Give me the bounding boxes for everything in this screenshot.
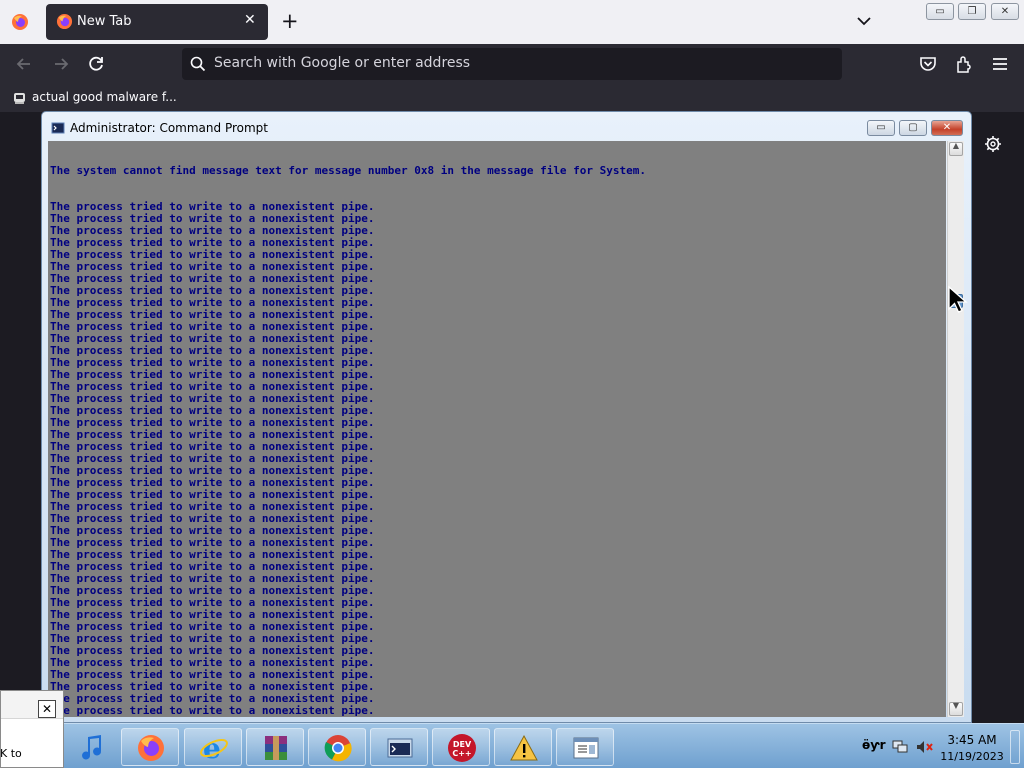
minimize-icon: ▭	[876, 122, 886, 133]
close-button[interactable]: ✕	[991, 3, 1019, 20]
tab-new-tab[interactable]: New Tab ✕	[46, 4, 268, 40]
network-icon[interactable]	[892, 740, 908, 754]
notepad-icon	[573, 737, 599, 759]
scroll-up-button[interactable]: ▲	[949, 141, 963, 156]
warning-icon	[510, 734, 538, 761]
dialog-fragment: ✕ K to	[0, 690, 64, 768]
svg-text:e: e	[203, 733, 221, 763]
taskbar: e DEV C++ ӫƴr 3:45 AM 11/19/2023	[64, 723, 1024, 768]
restore-button[interactable]: ❐	[958, 3, 986, 20]
close-icon: ✕	[41, 702, 53, 716]
command-prompt-window[interactable]: Administrator: Command Prompt ▭ ▢ ✕ The …	[41, 111, 972, 723]
bookmark-favicon-icon	[14, 93, 25, 104]
bookmark-label: actual good malware f...	[32, 90, 177, 104]
search-icon	[190, 56, 206, 72]
close-icon: ✕	[942, 122, 952, 133]
scroll-down-icon: ▼	[952, 701, 960, 710]
scroll-up-icon: ▲	[952, 141, 960, 150]
close-button[interactable]: ✕	[931, 120, 963, 136]
clock-time[interactable]: 3:45 AM	[942, 733, 1002, 747]
navigation-toolbar	[0, 44, 1024, 84]
chrome-icon	[324, 735, 352, 762]
tab-close-icon[interactable]: ✕	[244, 12, 256, 28]
dev-cpp-icon: DEVC++	[448, 734, 476, 762]
vertical-scrollbar[interactable]: ▲ ▼	[947, 141, 964, 717]
internet-explorer-icon: e	[200, 733, 228, 763]
firefox-tab-icon	[56, 13, 73, 30]
url-input[interactable]	[214, 55, 814, 71]
maximize-button[interactable]: ▢	[899, 120, 927, 136]
maximize-icon: ▢	[908, 122, 918, 133]
firefox-icon	[138, 735, 164, 761]
system-tray: ӫƴr 3:45 AM 11/19/2023	[862, 724, 1022, 768]
volume-muted-icon[interactable]	[916, 740, 934, 754]
new-tab-button[interactable]: +	[281, 9, 299, 33]
taskbar-command-prompt[interactable]	[370, 728, 428, 766]
close-icon: ✕	[1000, 6, 1010, 17]
chevron-down-icon[interactable]	[855, 12, 873, 30]
bookmarks-toolbar: actual good malware f...	[0, 84, 1024, 112]
svg-text:DEV: DEV	[453, 740, 472, 749]
reload-icon[interactable]	[85, 53, 107, 75]
command-prompt-icon	[387, 738, 413, 758]
console-line: The system cannot find message text for …	[50, 164, 647, 177]
taskbar-music[interactable]	[64, 728, 122, 766]
dialog-close-button[interactable]: ✕	[38, 700, 56, 718]
console-output[interactable]: The system cannot find message text for …	[48, 141, 946, 717]
extensions-icon[interactable]	[953, 53, 975, 75]
taskbar-warning[interactable]	[494, 728, 552, 766]
scroll-down-button[interactable]: ▼	[949, 701, 963, 716]
taskbar-chrome[interactable]	[308, 728, 366, 766]
taskbar-winrar[interactable]	[246, 728, 304, 766]
hamburger-menu-icon[interactable]	[989, 53, 1011, 75]
firefox-menu-icon[interactable]	[11, 13, 29, 31]
winrar-icon	[265, 736, 287, 760]
taskbar-firefox[interactable]	[121, 728, 179, 766]
gear-icon[interactable]	[984, 135, 1002, 153]
window-title: Administrator: Command Prompt	[70, 121, 268, 135]
show-desktop-button[interactable]	[1010, 730, 1020, 764]
svg-text:C++: C++	[452, 749, 471, 758]
forward-arrow-icon[interactable]	[50, 53, 72, 75]
taskbar-internet-explorer[interactable]: e	[184, 728, 242, 766]
dialog-text: K to	[0, 747, 22, 760]
pocket-icon[interactable]	[917, 53, 939, 75]
console-lines: The system cannot find message text for …	[50, 141, 647, 718]
minimize-button[interactable]: ▭	[867, 120, 895, 136]
tab-strip: New Tab ✕ + ▭ ❐ ✕	[0, 0, 1024, 44]
tab-title: New Tab	[77, 14, 132, 29]
restore-icon: ❐	[967, 6, 977, 17]
music-icon	[82, 735, 102, 760]
minimize-icon: ▭	[935, 6, 945, 17]
minimize-button[interactable]: ▭	[926, 3, 954, 20]
mouse-cursor-icon	[948, 285, 968, 313]
address-bar[interactable]	[182, 48, 842, 80]
command-prompt-icon	[51, 122, 65, 134]
taskbar-notepad[interactable]	[556, 728, 614, 766]
clock-date[interactable]: 11/19/2023	[940, 750, 1004, 763]
back-arrow-icon[interactable]	[13, 53, 35, 75]
taskbar-dev-cpp[interactable]: DEV C++	[432, 728, 490, 766]
tray-indicator[interactable]: ӫƴr	[862, 738, 886, 752]
